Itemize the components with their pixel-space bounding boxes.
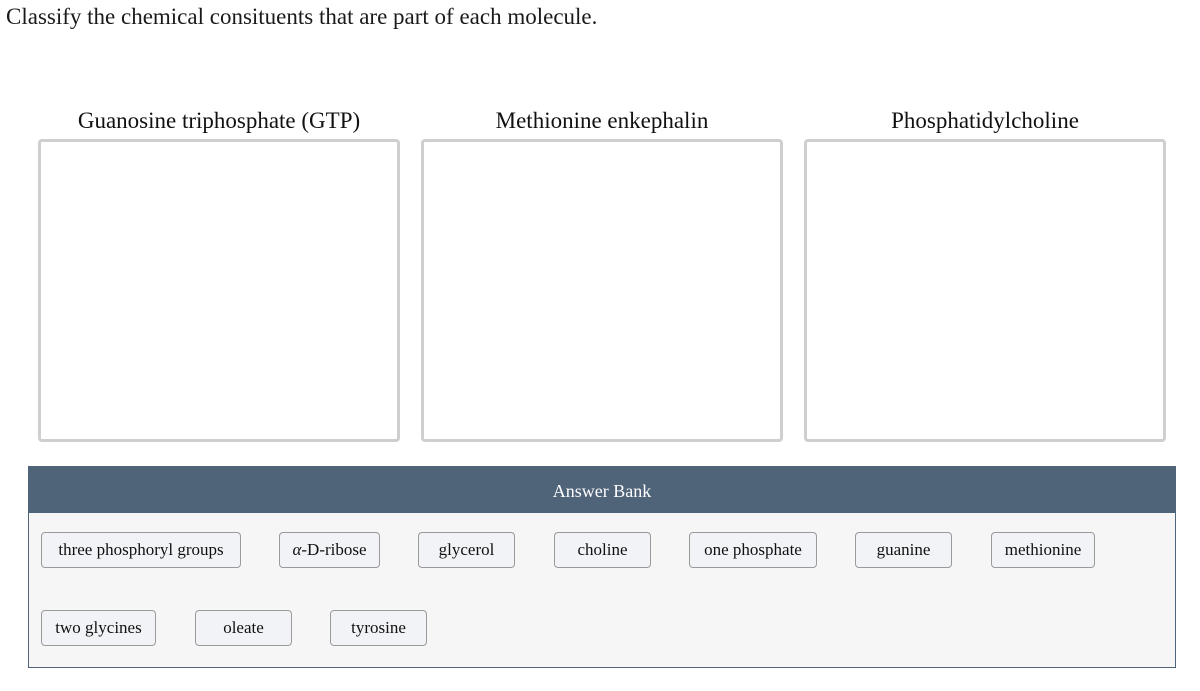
zone-title-methionine-enkephalin: Methionine enkephalin (495, 108, 709, 133)
answer-chip-two-glycines[interactable]: two glycines (41, 610, 156, 646)
answer-chip-alpha-d-ribose[interactable]: α-D-ribose (279, 532, 380, 568)
question-prompt: Classify the chemical consituents that a… (6, 4, 598, 29)
answer-chip-oleate[interactable]: oleate (195, 610, 292, 646)
zone-title-phosphatidylcholine: Phosphatidylcholine (891, 108, 1079, 133)
answer-chip-methionine[interactable]: methionine (991, 532, 1095, 568)
answer-chip-tyrosine[interactable]: tyrosine (330, 610, 427, 646)
zone-title-gtp: Guanosine triphosphate (GTP) (77, 108, 361, 133)
answer-chip-choline[interactable]: choline (554, 532, 651, 568)
answer-chip-guanine[interactable]: guanine (855, 532, 952, 568)
answer-chip-glycerol[interactable]: glycerol (418, 532, 515, 568)
drop-zone-phosphatidylcholine[interactable] (804, 139, 1166, 442)
answer-chip-one-phosphate[interactable]: one phosphate (689, 532, 817, 568)
answer-chip-three-phosphoryl-groups[interactable]: three phosphoryl groups (41, 532, 241, 568)
drop-zone-methionine-enkephalin[interactable] (421, 139, 783, 442)
drop-zone-gtp[interactable] (38, 139, 400, 442)
answer-bank-header: Answer Bank (29, 467, 1175, 513)
chip-label: -D-ribose (301, 540, 367, 559)
